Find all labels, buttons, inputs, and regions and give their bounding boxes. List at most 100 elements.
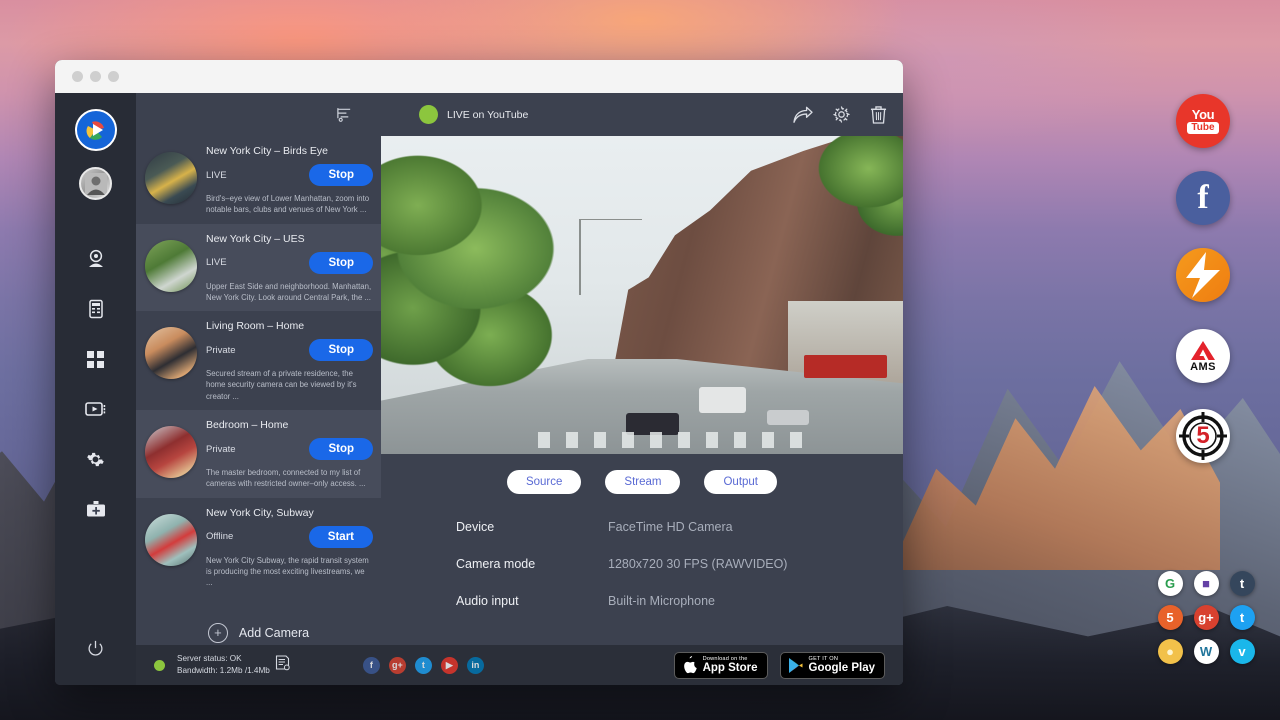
camera-title: New York City – Birds Eye [206, 145, 373, 157]
share-icon[interactable] [793, 106, 813, 124]
document-glyph [275, 655, 290, 671]
spec-value[interactable]: Built-in Microphone [608, 594, 715, 608]
app-store-badges[interactable]: Download on the App Store [674, 652, 885, 679]
ams-label: AMS [1190, 361, 1216, 373]
zoom-button[interactable] [108, 71, 119, 82]
mini-dock-five-icon[interactable]: 5 [1158, 605, 1183, 630]
camera-info: Living Room – HomePrivateStopSecured str… [206, 320, 373, 402]
add-camera-label: Add Camera [239, 626, 309, 640]
camera-list-item[interactable]: New York City – Birds EyeLIVEStopBird's–… [136, 136, 381, 224]
power-button[interactable] [73, 625, 119, 671]
sidebar-item-devices[interactable] [73, 286, 119, 332]
camera-description: New York City Subway, the rapid transit … [206, 555, 373, 589]
video-red-awning [804, 355, 888, 377]
video-truck-white [699, 387, 746, 412]
close-button[interactable] [72, 71, 83, 82]
tab-source[interactable]: Source [507, 470, 581, 494]
sidebar-item-add[interactable] [73, 486, 119, 532]
dock-adobe-ams-icon[interactable]: AMS [1176, 329, 1230, 383]
app-window: LIVE on YouTube [55, 60, 903, 685]
status-social-links[interactable]: f g+ t ▶ in [363, 657, 484, 674]
sidebar-item-cameras[interactable] [73, 236, 119, 282]
dock-target-five-icon[interactable]: 5 [1176, 409, 1230, 463]
camera-list-item[interactable]: New York City – UESLIVEStopUpper East Si… [136, 224, 381, 312]
spec-key: Device [456, 520, 608, 534]
google-plus-icon[interactable]: g+ [389, 657, 406, 674]
add-box-icon [86, 500, 106, 519]
video-player-icon [85, 400, 107, 418]
stop-stream-button[interactable]: Stop [309, 252, 373, 274]
camera-list-item[interactable]: New York City, SubwayOfflineStartNew Yor… [136, 498, 381, 597]
app-store-large-label: App Store [703, 662, 758, 674]
sort-icon[interactable] [336, 106, 353, 123]
stop-stream-button[interactable]: Stop [309, 164, 373, 186]
grid-icon [86, 350, 105, 369]
mini-dock-twitch-icon[interactable]: ■ [1194, 571, 1219, 596]
dock-youtube-icon[interactable]: You Tube [1176, 94, 1230, 148]
spec-list: DeviceFaceTime HD Camera Camera mode1280x… [381, 508, 903, 631]
camera-list[interactable]: New York City – Birds EyeLIVEStopBird's–… [136, 136, 381, 645]
start-stream-button[interactable]: Start [309, 526, 373, 548]
status-bar: Server status: OK Bandwidth: 1.2Mb /1.4M… [136, 645, 903, 685]
camera-thumbnail [145, 152, 197, 204]
minimize-button[interactable] [90, 71, 101, 82]
youtube-icon[interactable]: ▶ [441, 657, 458, 674]
sort-glyph [336, 106, 353, 123]
mini-dock-google-plus-icon[interactable]: g+ [1194, 605, 1219, 630]
main-area: LIVE on YouTube [136, 93, 903, 685]
linkedin-icon[interactable]: in [467, 657, 484, 674]
play-logo-icon [83, 117, 109, 143]
tab-output[interactable]: Output [704, 470, 777, 494]
google-play-badge[interactable]: GET IT ON Google Play [780, 652, 885, 679]
gear-icon [86, 450, 105, 469]
server-status-dot [154, 660, 165, 671]
camera-title: New York City, Subway [206, 507, 373, 519]
server-status-line: Server status: OK [177, 654, 242, 663]
tab-stream[interactable]: Stream [605, 470, 680, 494]
live-status-label: LIVE on YouTube [447, 109, 528, 121]
camera-list-item[interactable]: Bedroom – HomePrivateStopThe master bedr… [136, 410, 381, 498]
dock-flash-media-server-icon[interactable] [1176, 248, 1230, 302]
sidebar-rail [55, 93, 136, 685]
mini-dock-wordpress-icon[interactable]: W [1194, 639, 1219, 664]
video-preview[interactable] [381, 136, 903, 454]
sidebar-item-streams[interactable] [73, 386, 119, 432]
camera-title: Bedroom – Home [206, 419, 373, 431]
detail-tabs[interactable]: Source Stream Output [381, 454, 903, 508]
stop-stream-button[interactable]: Stop [309, 438, 373, 460]
bandwidth-line: Bandwidth: 1.2Mb /1.4Mb [177, 666, 270, 675]
spec-row: Camera mode1280x720 30 FPS (RAWVIDEO) [456, 557, 903, 571]
detail-pane: Source Stream Output DeviceFaceTime HD Cam… [381, 136, 903, 645]
sidebar-item-dashboard[interactable] [73, 336, 119, 382]
mini-dock-tumblr-icon[interactable]: t [1230, 571, 1255, 596]
power-icon [87, 640, 104, 657]
settings-gear-icon[interactable] [832, 105, 851, 124]
document-icon[interactable] [275, 655, 290, 676]
mini-dock-google-icon[interactable]: G [1158, 571, 1183, 596]
youtube-tube-text: Tube [1187, 122, 1218, 134]
webcam-icon [86, 249, 106, 269]
trash-icon[interactable] [870, 105, 887, 124]
video-lamp-arm [579, 219, 642, 221]
app-logo-icon[interactable] [75, 109, 117, 151]
add-camera-button[interactable]: + Add Camera [136, 597, 381, 643]
mini-dock-sun-icon[interactable]: ● [1158, 639, 1183, 664]
plus-circle-icon: + [208, 623, 228, 643]
dock-facebook-icon[interactable]: f [1176, 171, 1230, 225]
camera-list-item[interactable]: Living Room – HomePrivateStopSecured str… [136, 311, 381, 410]
sidebar-item-settings[interactable] [73, 436, 119, 482]
twitter-icon[interactable]: t [415, 657, 432, 674]
stop-stream-button[interactable]: Stop [309, 339, 373, 361]
spec-value[interactable]: 1280x720 30 FPS (RAWVIDEO) [608, 557, 787, 571]
mini-dock-twitter-icon[interactable]: t [1230, 605, 1255, 630]
spec-value[interactable]: FaceTime HD Camera [608, 520, 733, 534]
spec-row: DeviceFaceTime HD Camera [456, 520, 903, 534]
app-store-badge[interactable]: Download on the App Store [674, 652, 768, 679]
live-status: LIVE on YouTube [419, 105, 528, 124]
camera-info: New York City, SubwayOfflineStartNew Yor… [206, 507, 373, 589]
facebook-icon[interactable]: f [363, 657, 380, 674]
mini-dock-vimeo-icon[interactable]: v [1230, 639, 1255, 664]
video-lamp-post [579, 219, 581, 295]
google-play-large-label: Google Play [809, 662, 875, 674]
user-avatar[interactable] [79, 167, 112, 200]
